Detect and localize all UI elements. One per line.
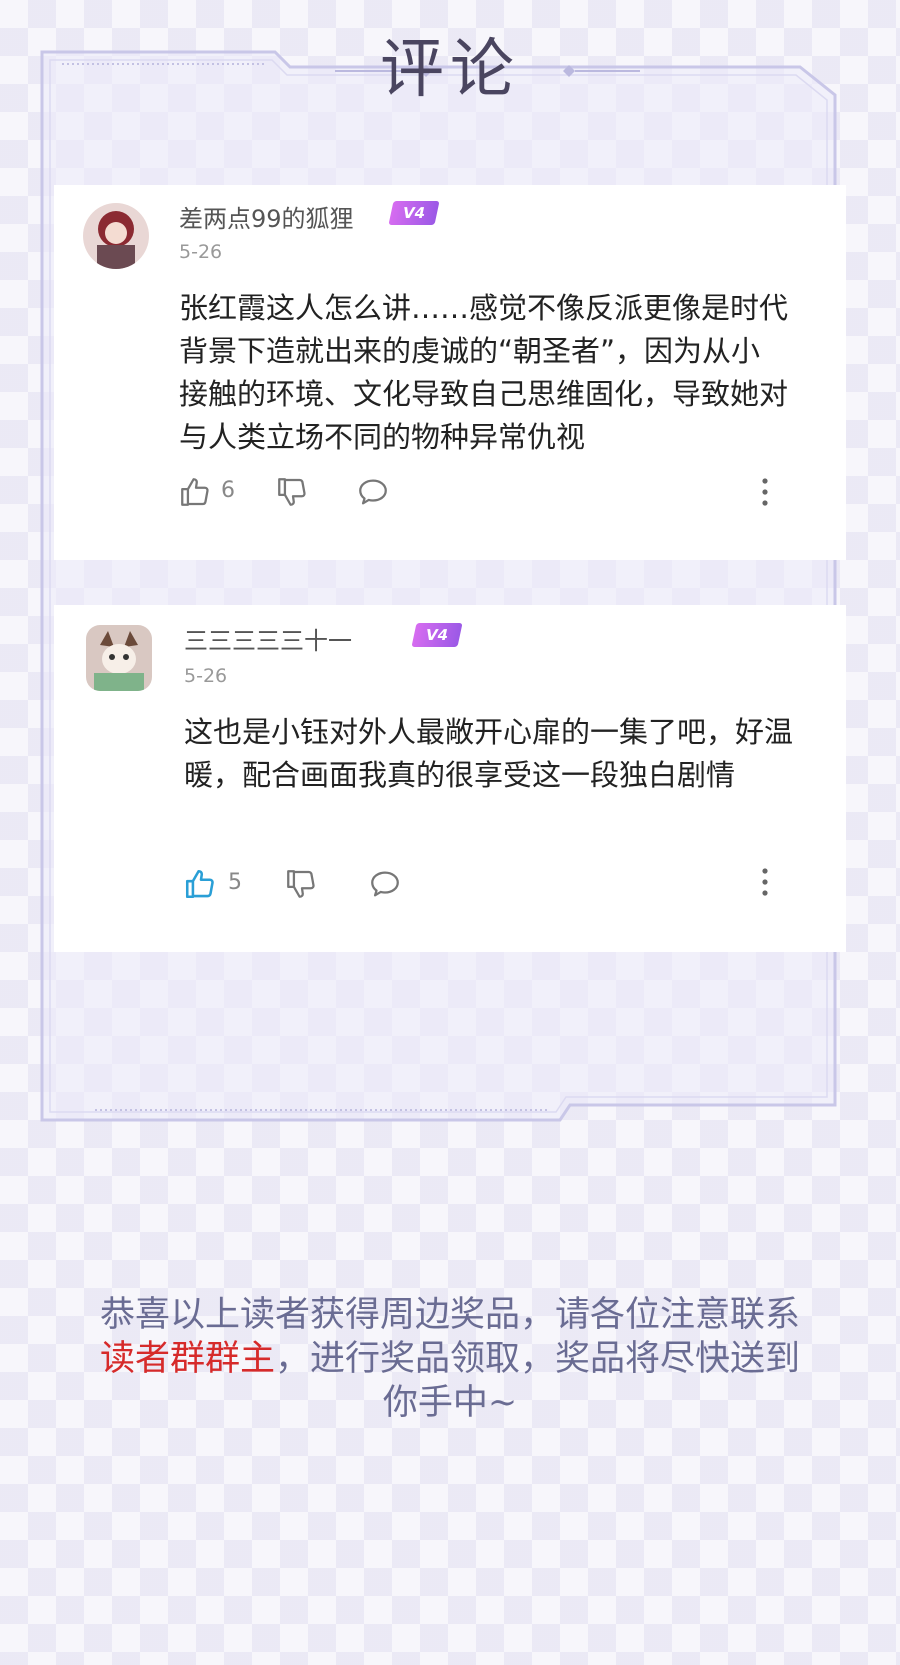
comment-card: 差两点99的狐狸 V4 5-26 张红霞这人怎么讲……感觉不像反派更像是时代背景… <box>54 185 846 560</box>
page-title: 评论 <box>380 33 520 107</box>
like-count: 6 <box>221 478 235 503</box>
comment-date: 5-26 <box>179 241 223 263</box>
like-count: 5 <box>228 870 242 895</box>
vip-badge: V4 <box>388 201 440 225</box>
comment-text: 这也是小钰对外人最敞开心扉的一集了吧，好温暖，配合画面我真的很享受这一段独白剧情 <box>184 715 794 792</box>
thumbs-up-icon[interactable] <box>178 475 212 509</box>
more-vertical-icon[interactable] <box>760 477 770 507</box>
notice-text: 恭喜以上读者获得周边奖品，请各位注意联系 <box>99 1295 800 1335</box>
comment-card: 三三三三三十一 V4 5-26 这也是小钰对外人最敞开心扉的一集了吧，好温暖，配… <box>54 605 846 952</box>
avatar-image <box>83 203 149 269</box>
comment-username[interactable]: 差两点99的狐狸 <box>179 199 354 234</box>
comment-date: 5-26 <box>184 665 228 687</box>
thumbs-up-icon[interactable] <box>183 867 217 901</box>
notice-text: ，进行奖品领取，奖品将尽快送到你手中~ <box>275 1339 801 1423</box>
thumbs-down-icon[interactable] <box>284 867 318 901</box>
avatar[interactable] <box>86 625 152 691</box>
comment-username[interactable]: 三三三三三十一 <box>184 621 352 656</box>
comment-icon[interactable] <box>368 867 402 901</box>
avatar-image <box>86 625 152 691</box>
notice-highlight: 读者群群主 <box>99 1339 275 1379</box>
comment-icon[interactable] <box>356 475 390 509</box>
more-vertical-icon[interactable] <box>760 867 770 897</box>
prize-notice: 恭喜以上读者获得周边奖品，请各位注意联系读者群群主，进行奖品领取，奖品将尽快送到… <box>0 1293 900 1425</box>
avatar[interactable] <box>83 203 149 269</box>
thumbs-down-icon[interactable] <box>275 475 309 509</box>
vip-badge: V4 <box>411 623 463 647</box>
comment-text: 张红霞这人怎么讲……感觉不像反派更像是时代背景下造就出来的虔诚的“朝圣者”，因为… <box>179 291 789 454</box>
